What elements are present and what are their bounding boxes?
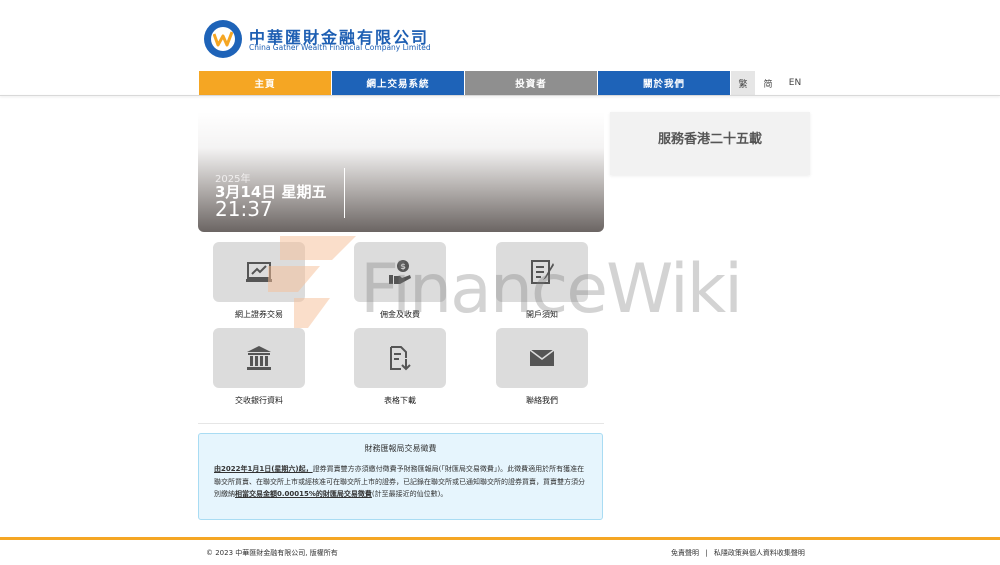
nav-home[interactable]: 主頁	[199, 71, 331, 95]
side-panel-title: 服務香港二十五載	[657, 132, 762, 147]
nav-divider	[0, 95, 1000, 96]
bank-icon	[247, 346, 271, 370]
quicklink-settlement-bank[interactable]	[213, 328, 305, 388]
footer-divider	[0, 537, 1000, 540]
quicklink-label[interactable]: 表格下載	[330, 395, 470, 406]
footer-link-disclaimer[interactable]: 免責聲明	[671, 549, 699, 557]
company-logo[interactable]	[204, 20, 242, 58]
notice-date: 由2022年1月1日(星期六)起，	[214, 465, 313, 473]
nav-online-trading[interactable]: 網上交易系統	[332, 71, 464, 95]
notice-body: 由2022年1月1日(星期六)起，證券買賣雙方亦須繳付徵費予財務匯報局(「財匯局…	[214, 463, 590, 501]
logo-mark-icon	[213, 31, 233, 47]
hero-divider	[344, 168, 345, 218]
footer-link-privacy[interactable]: 私隱政策與個人資料收集聲明	[714, 549, 805, 557]
quicklink-label[interactable]: 交收銀行資料	[189, 395, 329, 406]
envelope-icon	[529, 349, 555, 366]
section-divider	[198, 423, 604, 424]
notice-title: 財務匯報局交易徵費	[364, 444, 437, 453]
notice-suffix: (計至最接近的仙位數)。	[371, 490, 448, 498]
lang-english[interactable]: EN	[783, 71, 807, 95]
quicklink-contact-us[interactable]	[496, 328, 588, 388]
watermark-logo-icon	[268, 236, 356, 328]
nav-investors[interactable]: 投資者	[465, 71, 597, 95]
file-download-icon	[390, 346, 411, 371]
hero-time: 21:37	[215, 197, 273, 221]
footer-copyright: © 2023 中華匯財金融有限公司, 版權所有	[206, 549, 338, 557]
lang-traditional[interactable]: 繁	[731, 71, 755, 95]
nav-about-us[interactable]: 關於我們	[598, 71, 730, 95]
watermark-text: FinanceWiki	[360, 250, 743, 329]
lang-simplified[interactable]: 简	[756, 71, 780, 95]
quicklink-label[interactable]: 聯絡我們	[472, 395, 612, 406]
company-name-en: China Gather Wealth Financial Company Li…	[249, 43, 431, 52]
notice-highlight: 相當交易金額0.00015%的財匯局交易徵費	[235, 490, 372, 498]
footer-separator: |	[705, 549, 708, 557]
quicklink-form-download[interactable]	[354, 328, 446, 388]
footer-links: 免責聲明 | 私隱政策與個人資料收集聲明	[671, 548, 805, 558]
